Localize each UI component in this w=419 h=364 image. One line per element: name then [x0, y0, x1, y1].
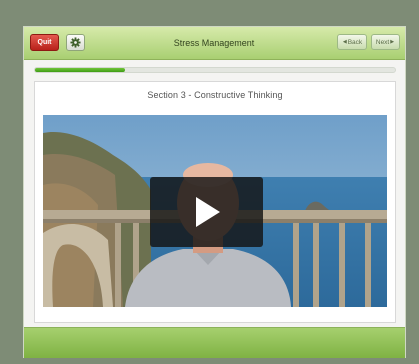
video-player[interactable]: [43, 115, 387, 307]
course-title: Stress Management: [173, 38, 255, 48]
triangle-right-icon: ▶: [390, 39, 395, 45]
back-button[interactable]: ◀ Back: [337, 34, 367, 50]
content-panel: Section 3 - Constructive Thinking: [34, 81, 396, 323]
bottom-bar: [24, 327, 405, 358]
next-label: Next: [375, 38, 390, 46]
section-title: Section 3 - Constructive Thinking: [147, 90, 283, 100]
play-icon: [195, 197, 220, 227]
outer-frame: Quit Stress Management ◀ Back Next ▶ Sec…: [0, 0, 419, 364]
top-toolbar: Quit Stress Management ◀ Back Next ▶: [24, 27, 405, 60]
progress-bar-fill: [35, 68, 125, 72]
gear-icon: [70, 37, 81, 48]
progress-bar: [34, 67, 396, 73]
triangle-left-icon: ◀: [342, 39, 347, 45]
back-label: Back: [347, 38, 363, 46]
play-button[interactable]: [150, 177, 263, 247]
settings-button[interactable]: [66, 34, 85, 51]
quit-button[interactable]: Quit: [30, 34, 59, 51]
next-button[interactable]: Next ▶: [371, 34, 400, 50]
course-player-window: Quit Stress Management ◀ Back Next ▶ Sec…: [23, 26, 406, 358]
